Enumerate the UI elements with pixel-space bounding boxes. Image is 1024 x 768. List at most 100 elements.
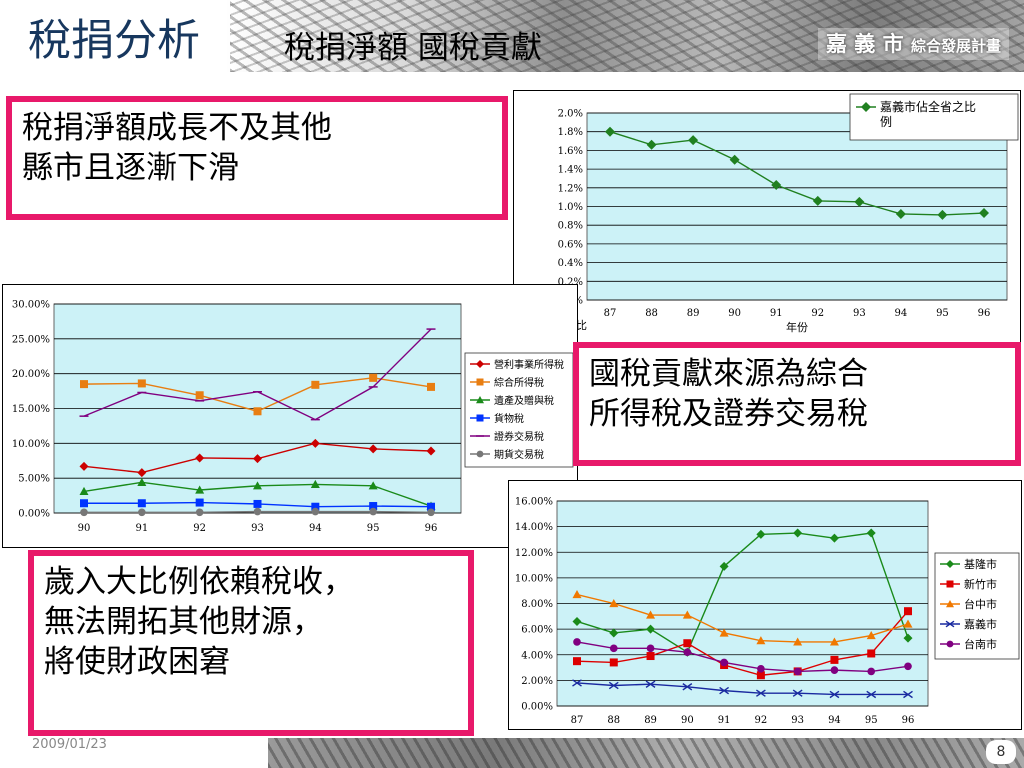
data-point (573, 657, 581, 666)
data-point (757, 665, 765, 673)
legend-label: 營利事業所得稅 (494, 358, 564, 371)
legend-marker (476, 450, 484, 458)
y-tick-label: 8.00% (521, 599, 553, 610)
slide-subtitle: 稅捐淨額 國稅貢獻 (284, 30, 542, 66)
data-point (253, 507, 262, 516)
data-point (904, 607, 912, 616)
callout-line: 縣市且逐漸下滑 (22, 150, 239, 186)
data-point (830, 666, 839, 674)
x-tick-label: 90 (681, 715, 694, 726)
x-axis-label: 年份 (786, 320, 808, 334)
data-point (720, 658, 728, 667)
legend-label: 嘉義市 (964, 617, 997, 631)
data-point (195, 391, 204, 400)
x-tick-label: 94 (895, 308, 908, 319)
data-point (138, 508, 146, 517)
x-tick-label: 96 (902, 715, 915, 726)
x-tick-label: 90 (728, 308, 741, 319)
legend: 營利事業所得稅綜合所得稅遺產及贈與稅貨物稅證券交易稅期貨交易稅 (464, 352, 574, 468)
x-tick-label: 93 (853, 308, 866, 319)
x-tick-label: 95 (367, 523, 380, 534)
legend-label: 綜合所得稅 (494, 376, 544, 389)
city-logo: 嘉 義 市 綜合發展計畫 (818, 28, 1009, 60)
data-point (609, 658, 618, 667)
y-tick-label: 1.8% (558, 127, 583, 138)
callout-top-left: 稅捐淨額成長不及其他 縣市且逐漸下滑 (6, 96, 508, 220)
x-tick-label: 92 (193, 523, 206, 534)
y-tick-label: 2.0% (558, 109, 583, 120)
data-point (683, 648, 692, 657)
data-point (137, 379, 146, 388)
y-tick-label: 1.4% (558, 165, 583, 176)
x-tick-label: 93 (251, 523, 264, 534)
y-tick-label: 1.0% (558, 202, 583, 213)
data-point (195, 498, 204, 507)
cities-chart-svg: 0.00% 2.00% 4.00% 6.00% 8.00% 10.00% 12.00% 14.… (515, 497, 1020, 726)
legend-label: 嘉義市佔全省之比 (880, 99, 976, 114)
x-tick-label: 90 (78, 523, 91, 534)
callout-line: 稅捐淨額成長不及其他 (22, 110, 332, 146)
y-tick-label: 2.00% (521, 676, 553, 687)
callout-line: 無法開拓其他財源， (44, 604, 323, 640)
logo-text: 綜合發展計畫 (910, 37, 1001, 55)
callout-line: 國稅貢獻來源為綜合 (589, 356, 868, 392)
legend-label: 期貨交易稅 (494, 448, 544, 461)
tax-chart: 0.00% 5.00% 10.00% 15.00% 20.00% 25.00% 30.00%… (2, 284, 578, 548)
legend-label: 台中市 (964, 597, 997, 611)
y-tick-label: 5.00% (18, 474, 50, 485)
legend-label: 證券交易稅 (494, 430, 544, 443)
data-point (80, 499, 88, 508)
data-point (137, 499, 146, 508)
data-point (369, 507, 377, 516)
x-tick-label: 91 (770, 308, 783, 319)
y-tick-label: 1.6% (558, 146, 583, 157)
data-point (80, 380, 88, 389)
y-tick-label: 0.6% (558, 239, 583, 250)
slide-date: 2009/01/23 (32, 737, 107, 752)
x-tick-label: 92 (755, 715, 768, 726)
x-tick-label: 91 (135, 523, 148, 534)
data-point (646, 644, 655, 653)
data-point (609, 644, 618, 653)
legend-label: 貨物稅 (494, 412, 524, 425)
callout-line: 所得稅及證券交易稅 (589, 396, 868, 432)
callout-middle-right: 國稅貢獻來源為綜合 所得稅及證券交易稅 (573, 342, 1021, 466)
footer-strip (268, 738, 1024, 768)
data-point (427, 508, 435, 517)
x-tick-label: 95 (865, 715, 878, 726)
data-point (311, 507, 320, 516)
legend-marker (946, 640, 954, 648)
y-tick-label: 15.00% (12, 404, 50, 415)
x-tick-label: 95 (936, 308, 949, 319)
data-point (311, 380, 320, 389)
y-tick-label: 12.00% (515, 548, 553, 559)
x-tick-label: 88 (607, 715, 620, 726)
y-tick-label: 0.4% (558, 258, 583, 269)
y-tick-label: 0.8% (558, 221, 583, 232)
data-point (253, 407, 262, 416)
x-tick-label: 91 (718, 715, 731, 726)
share-chart: 0.0%0.2%0.4%0.6%0.8%1.0%1.2%1.4%1.6%1.8%… (513, 90, 1021, 346)
tax-chart-svg: 0.00% 5.00% 10.00% 15.00% 20.00% 25.00% 30.00%… (12, 300, 574, 534)
y-tick-label: 30.00% (12, 300, 50, 311)
data-point (904, 662, 912, 671)
y-tick-label: 14.00% (515, 522, 553, 533)
legend-label: 例 (880, 115, 892, 129)
x-tick-label: 88 (645, 308, 658, 319)
logo-city: 嘉 義 市 (826, 32, 904, 56)
x-tick-label: 96 (978, 308, 991, 319)
page-number: 8 (986, 740, 1016, 764)
y-tick-label: 10.00% (515, 573, 553, 584)
legend-marker (476, 414, 484, 422)
data-point (683, 639, 692, 648)
data-point (867, 649, 876, 658)
y-tick-label: 20.00% (12, 369, 50, 380)
legend-label: 新竹市 (964, 577, 997, 591)
data-point (867, 667, 876, 676)
data-point (793, 667, 802, 676)
data-point (427, 382, 435, 391)
legend: 嘉義市佔全省之比例 (849, 93, 1019, 141)
y-tick-label: 0.00% (521, 702, 553, 713)
legend-label: 台南市 (964, 637, 997, 651)
share-chart-svg: 0.0%0.2%0.4%0.6%0.8%1.0%1.2%1.4%1.6%1.8%… (554, 93, 1019, 334)
